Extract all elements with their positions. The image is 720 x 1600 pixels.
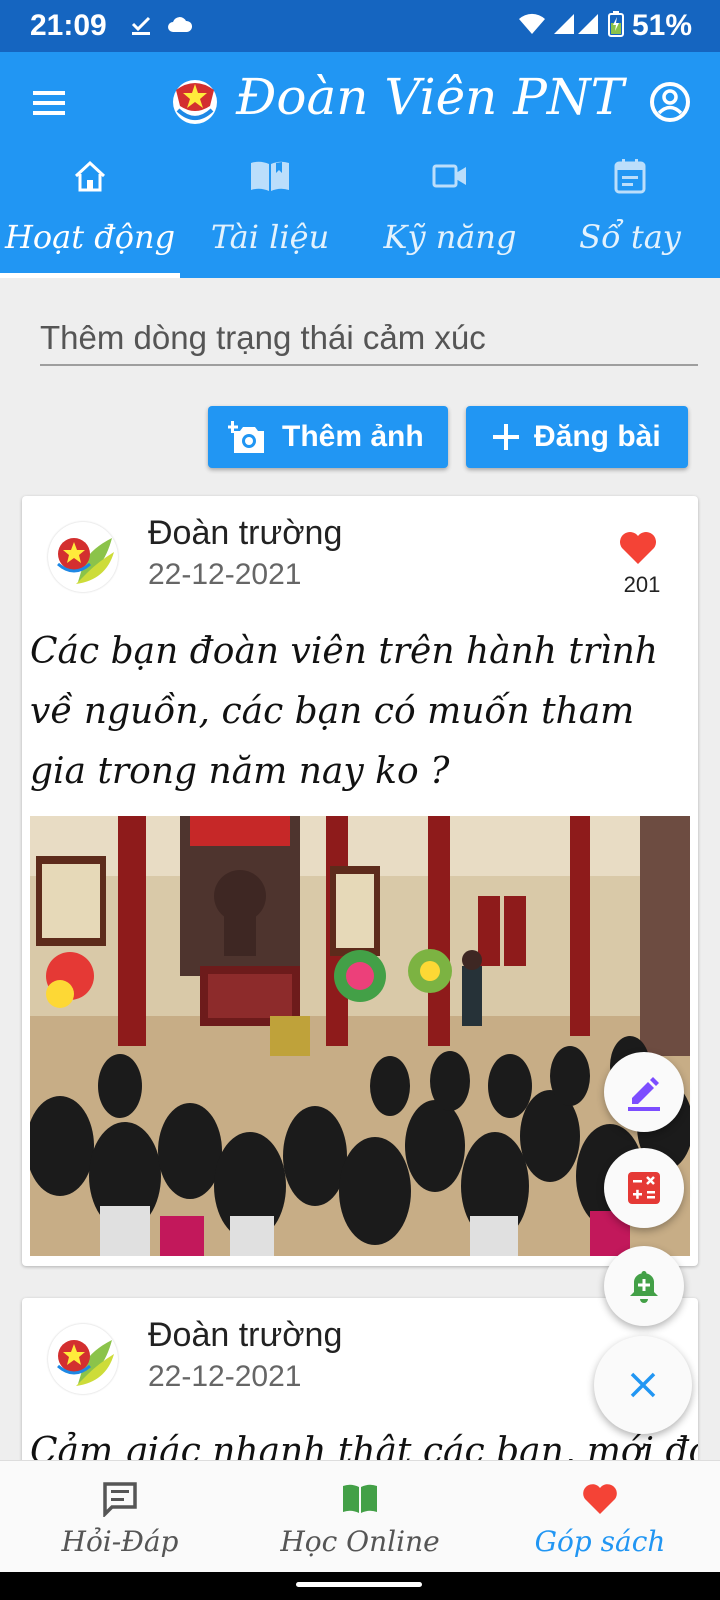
nav-gop-sach[interactable]: Góp sách (480, 1461, 720, 1573)
tab-label: Hoạt động (4, 218, 176, 256)
add-photo-button[interactable]: Thêm ảnh (208, 406, 448, 468)
post-author: Đoàn trường (148, 514, 343, 552)
battery-percent: 51% (631, 9, 692, 42)
account-button[interactable] (648, 80, 692, 124)
account-icon (650, 82, 690, 122)
nav-hoc-online[interactable]: Học Online (240, 1461, 480, 1573)
plus-icon (492, 423, 520, 451)
top-tabs: Hoạt động Tài liệu Kỹ năng Sổ tay (0, 150, 720, 278)
tab-hoat-dong[interactable]: Hoạt động (0, 150, 180, 278)
nav-label: Góp sách (534, 1525, 666, 1558)
post-photo[interactable] (30, 816, 690, 1256)
home-icon (74, 160, 106, 192)
menu-button[interactable] (28, 82, 70, 124)
status-composer: Thêm ảnh Đăng bài (0, 278, 720, 480)
notebook-icon (614, 159, 646, 194)
download-done-icon (129, 12, 153, 40)
video-icon (432, 164, 466, 188)
post-text: Các bạn đoàn viên trên hành trình về ngu… (30, 631, 658, 792)
add-photo-icon (228, 419, 268, 455)
like-button[interactable] (618, 530, 664, 576)
tab-label: Tài liệu (210, 218, 330, 256)
heart-icon (620, 532, 656, 564)
cloud-icon (167, 14, 193, 38)
close-icon (630, 1372, 656, 1398)
edit-icon (628, 1077, 660, 1111)
nav-label: Hỏi-Đáp (61, 1525, 179, 1558)
post-label: Đăng bài (534, 420, 661, 453)
avatar[interactable] (48, 522, 118, 592)
status-bar: 21:09 51% (0, 0, 720, 52)
tab-label: Sổ tay (579, 218, 681, 256)
post-author: Đoàn trường (148, 1316, 343, 1354)
nav-label: Học Online (280, 1525, 440, 1558)
reminder-fab[interactable] (604, 1246, 684, 1326)
home-gesture-handle[interactable] (296, 1582, 422, 1587)
bell-plus-icon (630, 1271, 658, 1303)
youth-union-logo (170, 72, 220, 128)
app-title: Đoàn Viên PNT (236, 68, 625, 126)
signal-icon (553, 12, 600, 40)
post-button[interactable]: Đăng bài (466, 406, 688, 468)
tab-tai-lieu[interactable]: Tài liệu (180, 150, 360, 278)
like-count: 201 (623, 572, 661, 597)
tab-so-tay[interactable]: Sổ tay (540, 150, 720, 278)
post-date: 22-12-2021 (148, 558, 302, 591)
battery-icon (607, 11, 624, 41)
close-fab[interactable] (594, 1336, 692, 1434)
book-icon (251, 161, 289, 191)
post-date: 22-12-2021 (148, 1360, 302, 1393)
app-screen: 21:09 51% Đoàn Viên PNT Hoạt động Tài li… (0, 0, 720, 1600)
chat-icon (103, 1482, 137, 1517)
bottom-navigation: Hỏi-Đáp Học Online Góp sách (0, 1460, 720, 1572)
hamburger-icon (33, 91, 65, 115)
app-bar: Đoàn Viên PNT Hoạt động Tài liệu Kỹ năng… (0, 52, 720, 278)
add-photo-label: Thêm ảnh (282, 420, 424, 453)
edit-fab[interactable] (604, 1052, 684, 1132)
wifi-icon (518, 12, 546, 40)
avatar[interactable] (48, 1324, 118, 1394)
calculator-fab[interactable] (604, 1148, 684, 1228)
calculator-icon (628, 1172, 660, 1204)
status-time: 21:09 (30, 9, 107, 42)
tab-label: Kỹ năng (383, 218, 517, 256)
open-book-icon (343, 1484, 377, 1513)
post-card: Đoàn trường 22-12-2021 201 Các bạn đoàn … (22, 496, 698, 1266)
nav-hoi-dap[interactable]: Hỏi-Đáp (0, 1461, 240, 1573)
system-gesture-bar (0, 1572, 720, 1600)
status-input[interactable] (40, 312, 698, 366)
tab-ky-nang[interactable]: Kỹ năng (360, 150, 540, 278)
heart-icon (583, 1484, 617, 1514)
